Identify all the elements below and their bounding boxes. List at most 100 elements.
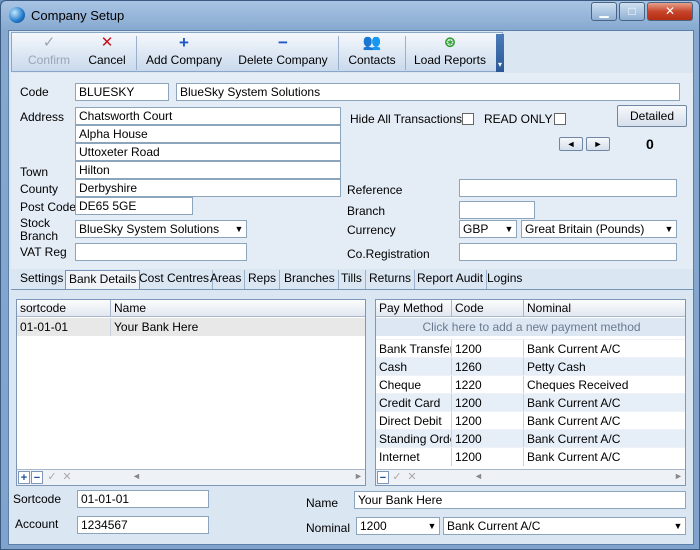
column-header-name[interactable]: Name — [111, 300, 365, 317]
chevron-down-icon[interactable]: ▼ — [425, 518, 439, 534]
load-reports-button[interactable]: ⊛ Load Reports — [412, 33, 488, 71]
nominal-code-select[interactable]: 1200 ▼ — [356, 517, 440, 535]
address-line2-field[interactable]: Alpha House — [75, 125, 341, 143]
scroll-left-icon[interactable]: ◄ — [132, 471, 141, 484]
currency-code-select[interactable]: GBP ▼ — [459, 220, 517, 238]
read-only-checkbox[interactable] — [554, 113, 566, 125]
tab-cost-centres[interactable]: Cost Centres — [136, 270, 214, 289]
table-row[interactable]: Cheque 1220 Cheques Received — [376, 375, 685, 394]
row-nominal: Bank Current A/C — [524, 430, 685, 448]
bank-accounts-grid[interactable]: sortcode Name 01-01-01 Your Bank Here + … — [16, 299, 366, 486]
company-name-field[interactable]: BlueSky System Solutions — [176, 83, 680, 101]
scroll-right-icon[interactable]: ► — [354, 471, 363, 484]
delete-row-icon[interactable]: − — [31, 471, 43, 484]
hide-all-transactions-checkbox[interactable] — [462, 113, 474, 125]
branch-field[interactable] — [459, 201, 535, 219]
row-nominal: Cheques Received — [524, 376, 685, 394]
tab-report-audit[interactable]: Report Audit — [414, 270, 488, 289]
column-header-nominal[interactable]: Nominal — [524, 300, 685, 317]
address-label: Address — [20, 110, 65, 124]
column-header-pay-method[interactable]: Pay Method — [376, 300, 452, 317]
confirm-button[interactable]: ✓ Confirm — [20, 33, 78, 71]
currency-name-select[interactable]: Great Britain (Pounds) ▼ — [521, 220, 677, 238]
row-pay-method: Cheque — [376, 376, 452, 394]
row-pay-method: Credit Card — [376, 394, 452, 412]
next-button[interactable]: ► — [586, 137, 610, 151]
table-row[interactable]: Standing Order1200Bank Current A/C — [376, 429, 685, 448]
delete-company-button[interactable]: − Delete Company — [234, 33, 332, 71]
confirm-row-icon[interactable]: ✓ — [46, 471, 58, 484]
tab-returns[interactable]: Returns — [366, 270, 416, 289]
tab-bank-details[interactable]: Bank Details — [65, 270, 141, 289]
row-nominal: Petty Cash — [524, 358, 685, 376]
row-code: 1200 — [452, 340, 524, 358]
co-registration-field[interactable] — [459, 243, 677, 261]
delete-row-icon[interactable]: − — [377, 471, 389, 484]
load-arrow-icon: ⊛ — [443, 34, 457, 51]
code-field[interactable]: BLUESKY — [75, 83, 169, 101]
town-field[interactable]: Hilton — [75, 161, 341, 179]
bank-name-field[interactable]: Your Bank Here — [354, 491, 686, 509]
table-row[interactable]: Direct Debit 1200 Bank Current A/C — [376, 411, 685, 430]
row-nominal: Bank Current A/C — [524, 448, 685, 466]
add-company-button[interactable]: + Add Company — [142, 33, 226, 71]
nominal-name-select[interactable]: Bank Current A/C ▼ — [443, 517, 686, 535]
tab-branches[interactable]: Branches — [281, 270, 339, 289]
cancel-label: Cancel — [88, 53, 126, 67]
table-row[interactable]: Bank Transfer 1200 Bank Current A/C — [376, 339, 685, 358]
chevron-down-icon[interactable]: ▼ — [502, 221, 516, 237]
table-row[interactable]: Internet 1200 Bank Current A/C — [376, 447, 685, 466]
payment-methods-grid[interactable]: Pay Method Code Nominal Click here to ad… — [375, 299, 686, 486]
postcode-field[interactable]: DE65 5GE — [75, 197, 193, 215]
reference-field[interactable] — [459, 179, 677, 197]
cancel-button[interactable]: ✕ Cancel — [82, 33, 132, 71]
tab-areas[interactable]: Areas — [207, 270, 246, 289]
chevron-down-icon[interactable]: ▼ — [662, 221, 676, 237]
sortcode-field[interactable]: 01-01-01 — [77, 490, 209, 508]
tab-tills[interactable]: Tills — [338, 270, 366, 289]
detailed-button[interactable]: Detailed — [617, 105, 687, 127]
people-icon: 👥 — [362, 34, 382, 51]
row-name: Your Bank Here — [111, 318, 365, 336]
tab-reps[interactable]: Reps — [245, 270, 281, 289]
vat-field[interactable] — [75, 243, 247, 261]
maximize-button[interactable]: □ — [619, 2, 645, 21]
client-area: ✓ Confirm ✕ Cancel + Add Company − Delet… — [8, 30, 694, 545]
toolbar-overflow-button[interactable]: ▾ — [496, 34, 504, 72]
contacts-button[interactable]: 👥 Contacts — [344, 33, 400, 71]
tab-settings[interactable]: Settings — [17, 270, 68, 289]
close-button[interactable]: ✕ — [647, 2, 693, 21]
add-payment-method-row[interactable]: Click here to add a new payment method — [376, 318, 685, 336]
row-nominal: Bank Current A/C — [524, 340, 685, 358]
account-field[interactable]: 1234567 — [77, 516, 209, 534]
column-header-sortcode[interactable]: sortcode — [17, 300, 111, 317]
row-code: 1200 — [452, 412, 524, 430]
address-line3-field[interactable]: Uttoxeter Road — [75, 143, 341, 161]
scroll-right-icon[interactable]: ► — [674, 471, 683, 484]
table-row[interactable]: Cash 1260 Petty Cash — [376, 357, 685, 376]
hide-all-transactions-label: Hide All Transactions — [350, 112, 463, 126]
column-header-code[interactable]: Code — [452, 300, 524, 317]
confirm-row-icon[interactable]: ✓ — [391, 471, 403, 484]
row-nominal: Bank Current A/C — [524, 412, 685, 430]
currency-name-value: Great Britain (Pounds) — [525, 222, 645, 236]
cancel-row-icon[interactable]: ✕ — [61, 471, 73, 484]
chevron-down-icon[interactable]: ▼ — [671, 518, 685, 534]
chevron-down-icon[interactable]: ▼ — [232, 221, 246, 237]
table-row[interactable]: 01-01-01 Your Bank Here — [17, 318, 365, 336]
window-title: Company Setup — [31, 8, 125, 23]
title-bar[interactable]: Company Setup ▁ □ ✕ — [1, 1, 699, 29]
add-row-icon[interactable]: + — [18, 471, 30, 484]
county-field[interactable]: Derbyshire — [75, 179, 341, 197]
table-row[interactable]: Credit Card 1200 Bank Current A/C — [376, 393, 685, 412]
cross-icon: ✕ — [100, 34, 114, 51]
previous-button[interactable]: ◄ — [559, 137, 583, 151]
stock-branch-select[interactable]: BlueSky System Solutions ▼ — [75, 220, 247, 238]
minimize-button[interactable]: ▁ — [591, 2, 617, 21]
cancel-row-icon[interactable]: ✕ — [406, 471, 418, 484]
name-label: Name — [306, 496, 339, 510]
address-line1-field[interactable]: Chatsworth Court — [75, 107, 341, 125]
tab-logins[interactable]: Logins — [484, 270, 525, 289]
row-nominal: Bank Current A/C — [524, 394, 685, 412]
scroll-left-icon[interactable]: ◄ — [474, 471, 483, 484]
